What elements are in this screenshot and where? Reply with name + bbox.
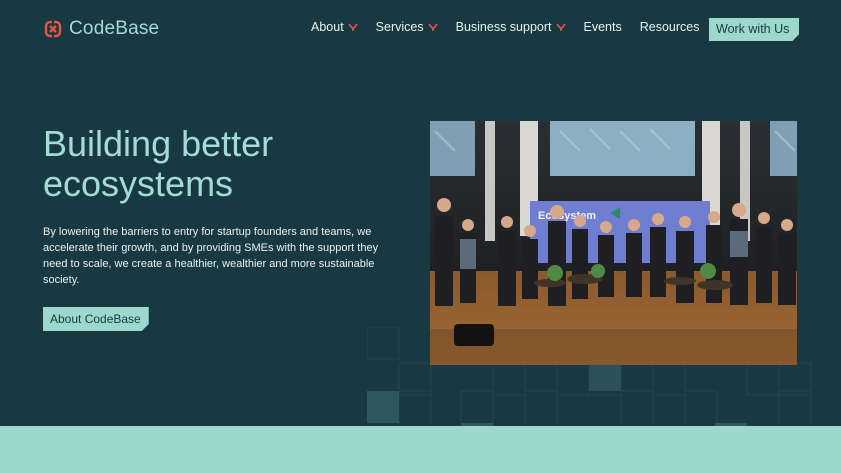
brand-name: CodeBase xyxy=(69,18,160,39)
logo-link[interactable]: CodeBase xyxy=(43,18,159,40)
nav-item-resources[interactable]: Resources xyxy=(640,20,700,34)
nav-label: Resources xyxy=(639,20,700,34)
nav-label: Business support xyxy=(455,20,552,34)
codebase-logo-icon xyxy=(44,20,62,38)
site-header: CodeBase About Services Business support… xyxy=(0,0,841,58)
about-codebase-button[interactable]: About CodeBase xyxy=(43,307,149,331)
nav-item-business-support[interactable]: Business support xyxy=(456,20,566,34)
nav-label: Events xyxy=(583,20,622,34)
chevron-down-icon xyxy=(427,20,438,34)
work-with-us-button[interactable]: Work with Us xyxy=(709,18,799,41)
event-group-photo: Ecosystem xyxy=(430,121,797,365)
about-button-container: About CodeBase xyxy=(43,307,149,331)
mint-section-band xyxy=(0,426,841,473)
hero-photo: Ecosystem xyxy=(430,121,797,365)
chevron-down-icon xyxy=(348,20,358,34)
main-nav: About Services Business support Events R… xyxy=(311,20,717,34)
nav-item-events[interactable]: Events xyxy=(584,20,622,34)
cta-container: Work with Us xyxy=(709,18,799,41)
banner-text: Ecosystem xyxy=(538,210,596,222)
chevron-down-icon xyxy=(555,20,566,34)
hero-title: Building better ecosystems xyxy=(43,124,403,204)
nav-label: About xyxy=(311,20,344,34)
nav-item-services[interactable]: Services xyxy=(376,20,438,34)
hero-description: By lowering the barriers to entry for st… xyxy=(43,226,379,286)
nav-item-about[interactable]: About xyxy=(311,20,358,34)
hero-title-line-1: Building better xyxy=(43,123,274,164)
nav-label: Services xyxy=(375,20,424,34)
hero-title-line-2: ecosystems xyxy=(43,163,234,204)
